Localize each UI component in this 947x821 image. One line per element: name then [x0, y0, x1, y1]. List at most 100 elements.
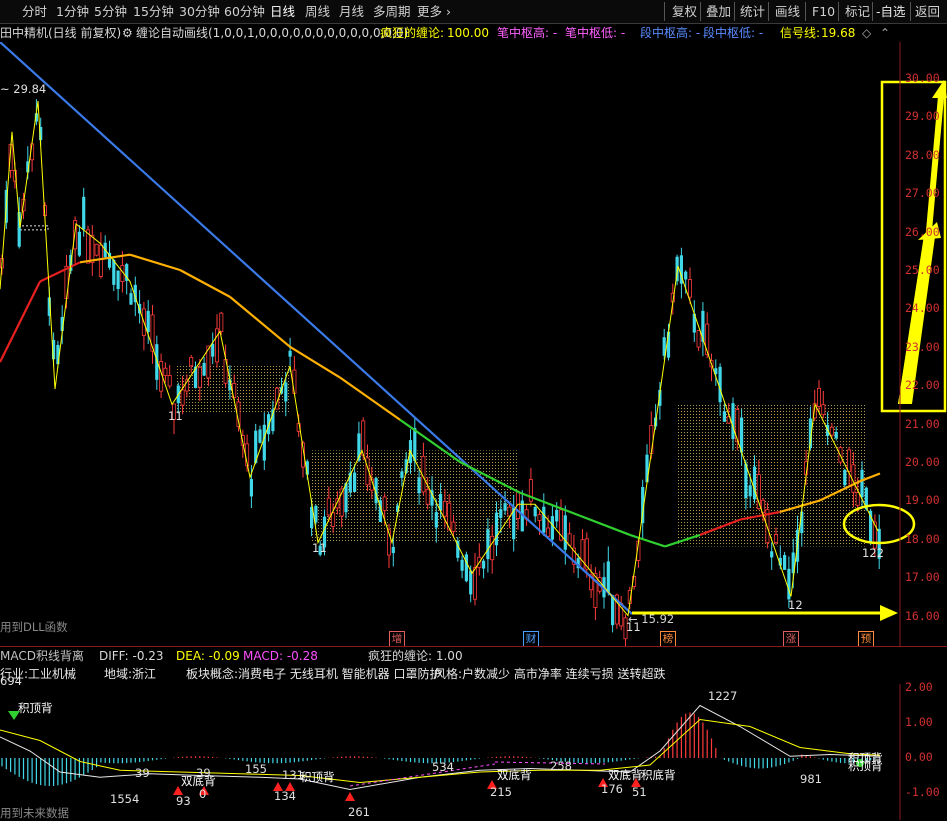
kline-chart[interactable]: [0, 42, 947, 646]
candle-body: [146, 310, 150, 332]
macd-label: 155: [245, 762, 267, 776]
gear-icon[interactable]: ⚙: [122, 24, 133, 42]
overlay-button[interactable]: 叠加: [706, 3, 731, 20]
macd-tick-label: -1.00: [905, 785, 940, 799]
candle-body: [284, 382, 288, 402]
period-tab-daily[interactable]: 日线: [270, 3, 295, 20]
candle-body: [82, 196, 86, 230]
price-tick-label: 26.00: [905, 224, 940, 239]
candle-body: [417, 477, 421, 494]
event-marker-zeng[interactable]: 增: [389, 631, 405, 647]
period-tab-1min[interactable]: 1分钟: [56, 3, 89, 20]
high-price-value: 29.84: [13, 82, 47, 96]
macd-label: 1554: [110, 792, 140, 806]
toolbar-divider: [700, 2, 701, 21]
period-tab-timeshare[interactable]: 分时: [22, 3, 47, 20]
candle-body: [262, 424, 266, 461]
event-marker-cai[interactable]: 财: [523, 631, 539, 647]
candle-body: [770, 551, 774, 558]
candle-body: [546, 527, 551, 537]
candle-body: [684, 271, 688, 280]
period-tab-5min[interactable]: 5分钟: [94, 3, 127, 20]
candle-body: [537, 514, 542, 521]
price-tick-label: 17.00: [905, 570, 940, 585]
candle-body: [98, 244, 103, 277]
event-marker-yu[interactable]: 预: [858, 631, 874, 647]
candle-body: [817, 387, 822, 407]
draw-line-button[interactable]: 画线: [775, 3, 800, 20]
target-arrows: [898, 80, 947, 404]
f10-button[interactable]: F10: [812, 3, 835, 20]
price-tick-label: 30.00: [905, 71, 940, 85]
pen-pivot-low: 笔中枢低: -: [565, 26, 626, 40]
diamond-icon[interactable]: ◇: [862, 24, 871, 42]
segment-pivot-high: 段中枢高: -: [640, 26, 701, 40]
macd-label: 1227: [708, 689, 738, 703]
ma-segment: [39, 261, 81, 283]
candle-body: [843, 469, 847, 486]
double-bottom-label: 双底背: [497, 768, 532, 782]
style-text: 风格:户数减少 高市净率 连续亏损 送转超跌: [434, 667, 666, 681]
candle-body: [533, 506, 537, 517]
period-tab-30min[interactable]: 30分钟: [179, 3, 220, 20]
low-price-arrowhead: [880, 605, 898, 621]
macd-label: 39: [135, 766, 150, 780]
candle-body: [774, 534, 779, 543]
candle-body: [688, 279, 693, 298]
candle-body: [486, 529, 490, 560]
future-data-note: 用到未来数据: [0, 806, 69, 820]
event-marker-bang[interactable]: 榜: [660, 631, 676, 647]
candle-body: [472, 567, 477, 600]
candle-body: [499, 509, 503, 518]
candle-body: [731, 403, 735, 440]
candle-body: [829, 426, 834, 436]
macd-label: 258: [550, 759, 572, 773]
candle-body: [503, 503, 507, 511]
period-tab-monthly[interactable]: 月线: [339, 3, 364, 20]
candle-body: [116, 270, 120, 290]
indicator-formula[interactable]: 缠论自动画线(1,0,0,1,0,0,0,0,0,0,0,0,0,0,0,0,0…: [136, 24, 408, 42]
event-marker-zhang[interactable]: 涨: [783, 631, 799, 647]
industry-info-bar: 行业:工业机械 地域:浙江 板块概念:消费电子 无线耳机 智能机器 口罩防护 风…: [0, 665, 947, 683]
candle-body: [550, 516, 554, 540]
toolbar-divider: [768, 2, 769, 21]
period-toolbar: 分时 1分钟 5分钟 15分钟 30分钟 60分钟 日线 周线 月线 多周期 更…: [0, 0, 947, 24]
add-watchlist-button[interactable]: -自选: [876, 3, 906, 20]
toolbar-divider: [872, 2, 873, 21]
candle-body: [611, 595, 615, 626]
period-tab-60min[interactable]: 60分钟: [224, 3, 265, 20]
period-tab-more[interactable]: 更多 ›: [417, 3, 451, 20]
stats-button[interactable]: 统计: [740, 3, 765, 20]
pen-pivot-high: 笔中枢高: -: [497, 26, 558, 40]
pivot-label-11: 11: [626, 620, 641, 634]
period-tab-weekly[interactable]: 周线: [305, 3, 330, 20]
pivot-label-12: 12: [788, 598, 803, 612]
macd-tick-label: 2.00: [905, 680, 933, 694]
macd-chart[interactable]: [0, 684, 947, 820]
chevron-up-icon[interactable]: ⌃: [880, 24, 890, 42]
macd-label: 93: [176, 794, 191, 808]
macd-title[interactable]: MACD积线背离: [0, 647, 84, 665]
candle-body: [189, 357, 194, 367]
candle-body: [606, 561, 610, 593]
candle-body: [434, 512, 438, 528]
top-divergence-label: 积顶背: [300, 770, 335, 784]
price-tick-label: 24.00: [905, 301, 940, 316]
back-button[interactable]: 返回: [915, 3, 940, 20]
ma-segment: [179, 269, 231, 298]
mark-button[interactable]: 标记: [845, 3, 870, 20]
period-tab-15min[interactable]: 15分钟: [133, 3, 174, 20]
candle-body: [258, 429, 262, 443]
candle-body: [748, 485, 752, 497]
stock-title[interactable]: 田中精机(日线 前复权): [0, 24, 121, 42]
price-tick-label: 29.00: [905, 109, 940, 124]
macd-label: 0: [199, 787, 207, 801]
period-tab-multi[interactable]: 多周期: [373, 3, 411, 20]
divergence-dash: [349, 763, 496, 787]
candle-body: [163, 367, 168, 376]
fuquan-button[interactable]: 复权: [672, 3, 697, 20]
price-tick-label: 25.00: [905, 263, 940, 277]
candle-body: [834, 431, 838, 439]
ma-segment: [339, 376, 401, 421]
top-divergence-label: 积顶背: [848, 759, 883, 773]
